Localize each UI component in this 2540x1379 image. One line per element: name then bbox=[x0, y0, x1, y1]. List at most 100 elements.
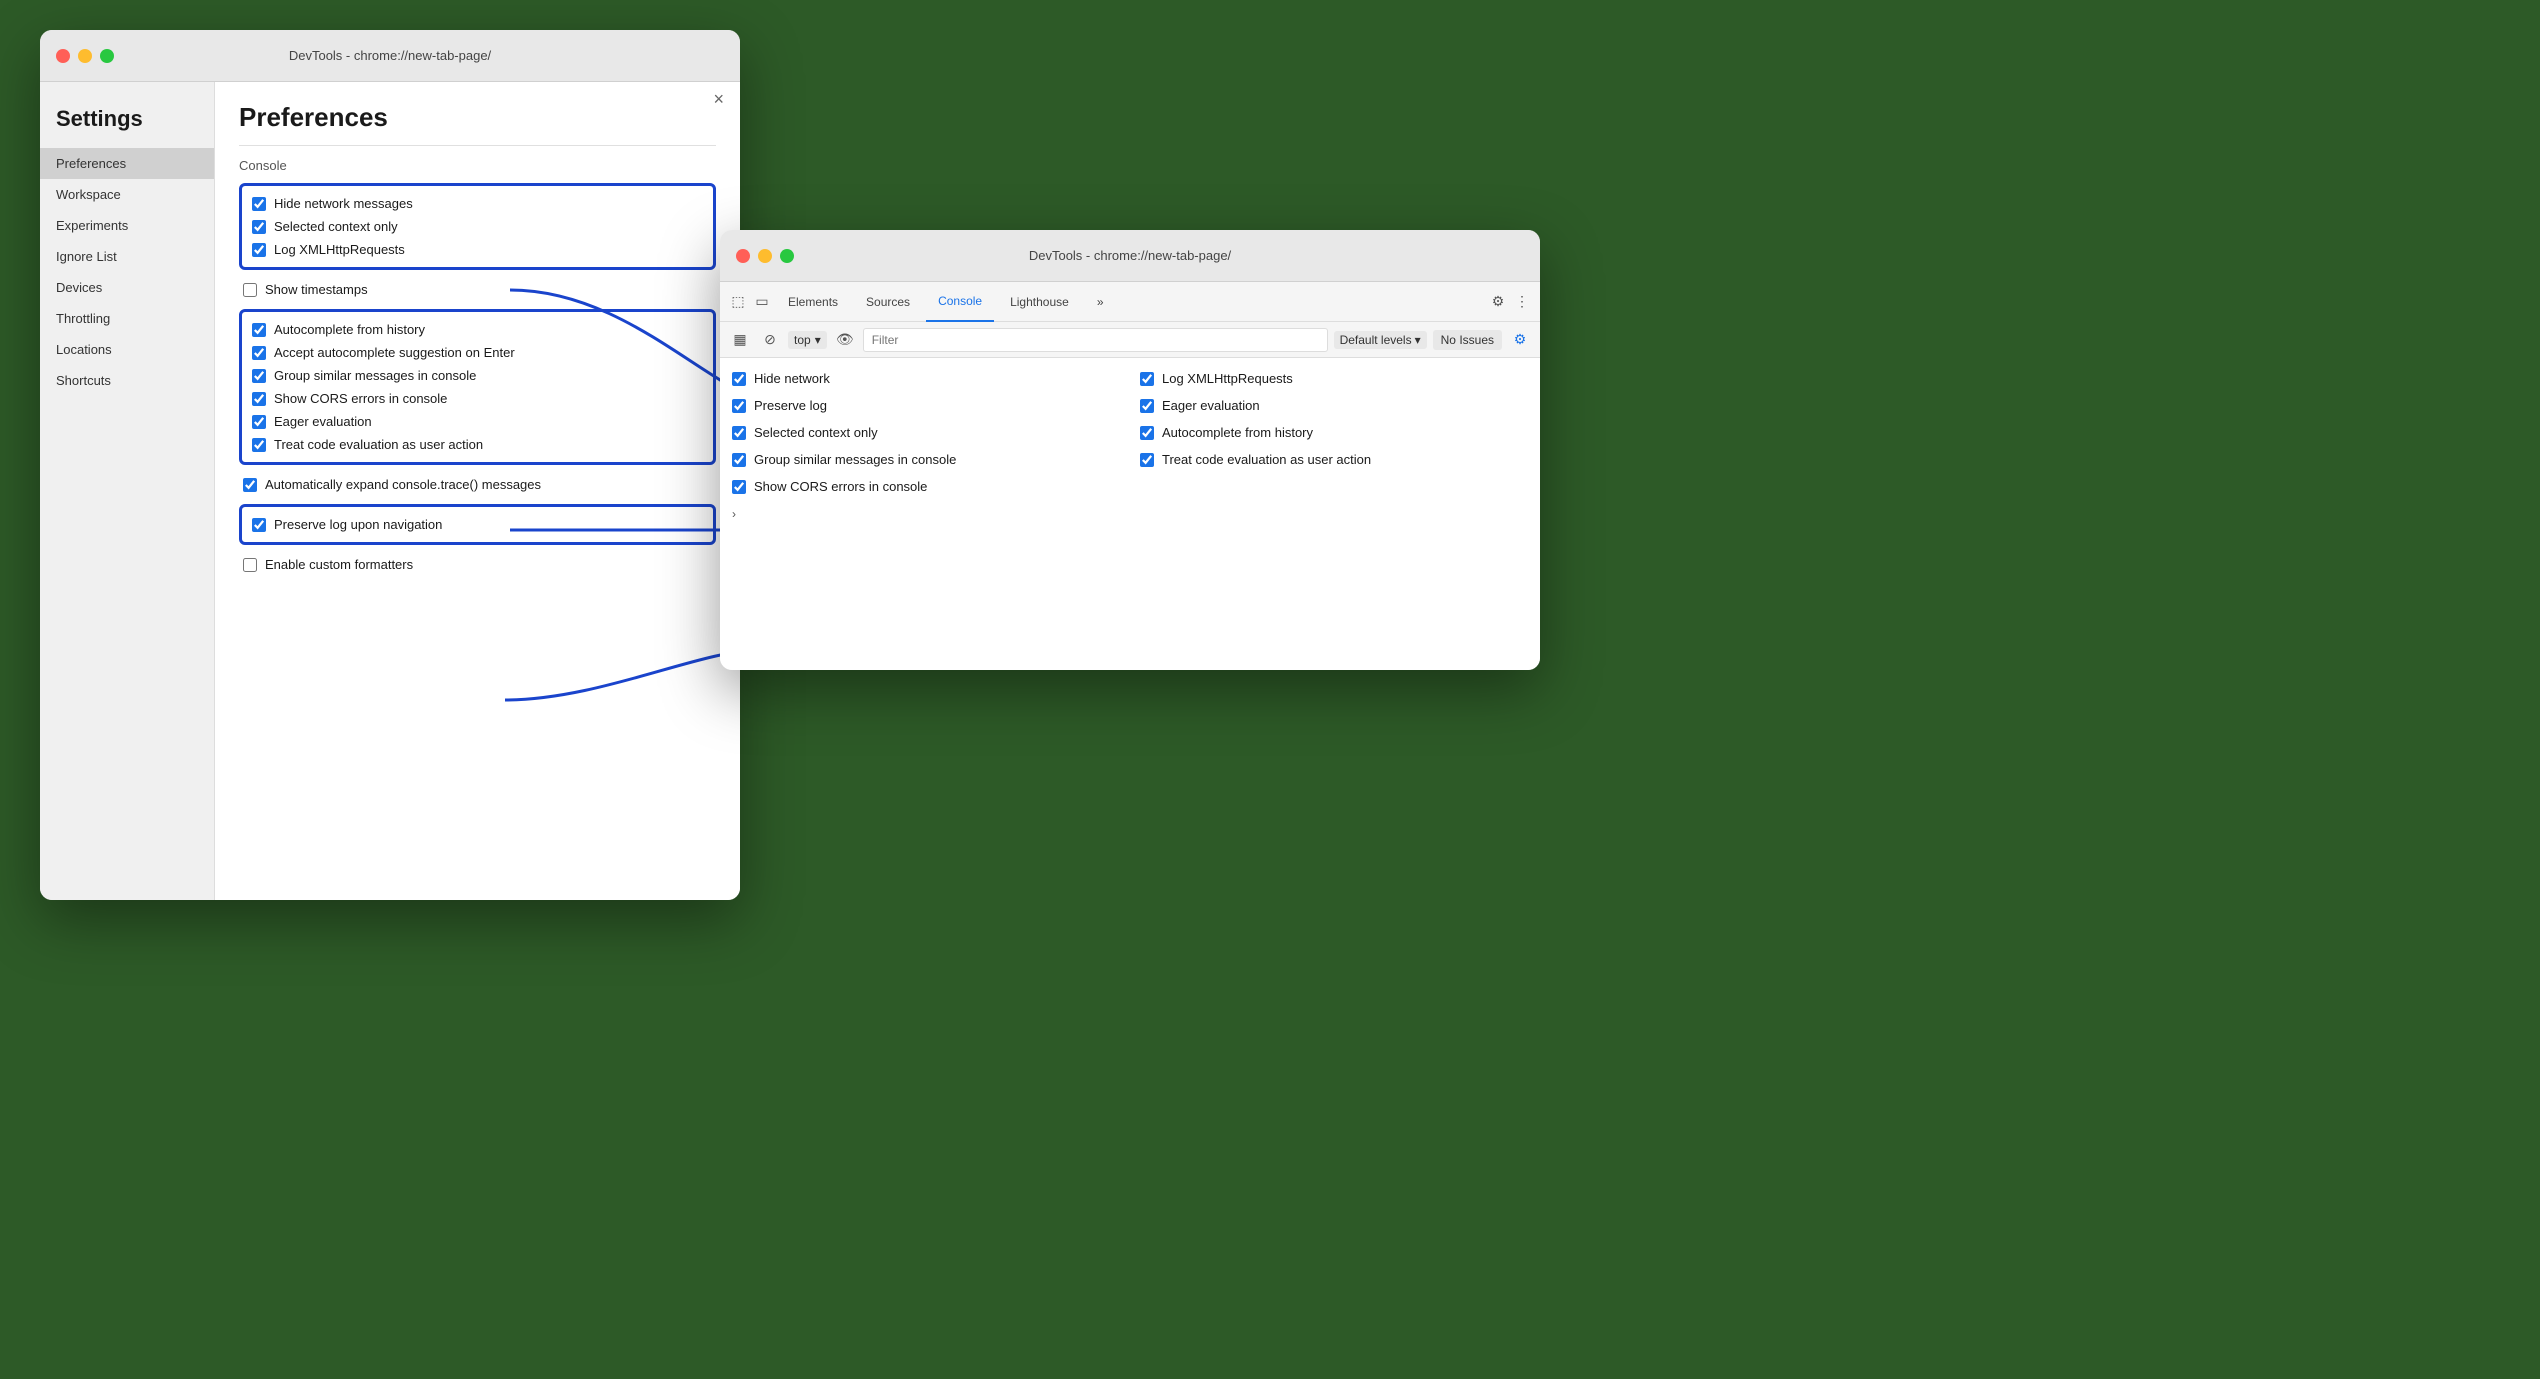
tab-console[interactable]: Console bbox=[926, 282, 994, 322]
console-label-group-similar: Group similar messages in console bbox=[754, 452, 956, 467]
traffic-lights-left bbox=[56, 49, 114, 63]
console-row-eager[interactable]: Eager evaluation bbox=[1140, 393, 1528, 418]
checkbox-cors-label: Show CORS errors in console bbox=[274, 391, 447, 406]
checkbox-hide-network-input[interactable] bbox=[252, 197, 266, 211]
eye-icon[interactable]: 👁 bbox=[833, 328, 857, 352]
console-section-label: Console bbox=[239, 158, 716, 173]
console-check-autocomplete[interactable] bbox=[1140, 426, 1154, 440]
checkbox-treat-code[interactable]: Treat code evaluation as user action bbox=[252, 433, 703, 456]
checkbox-custom-formatters[interactable]: Enable custom formatters bbox=[243, 553, 716, 576]
checkbox-eager[interactable]: Eager evaluation bbox=[252, 410, 703, 433]
checkbox-eager-input[interactable] bbox=[252, 415, 266, 429]
sidebar-item-preferences[interactable]: Preferences bbox=[40, 148, 214, 179]
checkbox-log-xml[interactable]: Log XMLHttpRequests bbox=[252, 238, 703, 261]
checkbox-log-xml-label: Log XMLHttpRequests bbox=[274, 242, 405, 257]
console-row-cors[interactable]: Show CORS errors in console bbox=[732, 474, 1120, 499]
checkbox-selected-context[interactable]: Selected context only bbox=[252, 215, 703, 238]
more-icon[interactable]: ⋮ bbox=[1512, 292, 1532, 312]
console-row-treat-code[interactable]: Treat code evaluation as user action bbox=[1140, 447, 1528, 472]
console-check-cors[interactable] bbox=[732, 480, 746, 494]
console-check-treat-code[interactable] bbox=[1140, 453, 1154, 467]
inspect-icon[interactable]: ⬚ bbox=[728, 292, 748, 312]
console-row-preserve-log[interactable]: Preserve log bbox=[732, 393, 1120, 418]
maximize-button-right[interactable] bbox=[780, 249, 794, 263]
checkbox-autocomplete-input[interactable] bbox=[252, 323, 266, 337]
console-check-log-xml[interactable] bbox=[1140, 372, 1154, 386]
tab-lighthouse[interactable]: Lighthouse bbox=[998, 282, 1081, 322]
tab-more[interactable]: » bbox=[1085, 282, 1116, 322]
checkbox-timestamps-input[interactable] bbox=[243, 283, 257, 297]
console-row-group-similar[interactable]: Group similar messages in console bbox=[732, 447, 1120, 472]
checkbox-auto-expand-input[interactable] bbox=[243, 478, 257, 492]
context-chevron-icon: ▾ bbox=[815, 333, 821, 347]
checkbox-custom-formatters-input[interactable] bbox=[243, 558, 257, 572]
checkbox-autocomplete[interactable]: Autocomplete from history bbox=[252, 318, 703, 341]
sidebar-item-experiments[interactable]: Experiments bbox=[40, 210, 214, 241]
console-check-eager[interactable] bbox=[1140, 399, 1154, 413]
prompt-chevron-icon[interactable]: › bbox=[732, 507, 736, 521]
settings-sidebar: Settings Preferences Workspace Experimen… bbox=[40, 82, 215, 900]
clear-icon[interactable]: ⊘ bbox=[758, 328, 782, 352]
console-settings-icon[interactable]: ⚙ bbox=[1508, 328, 1532, 352]
sidebar-item-throttling[interactable]: Throttling bbox=[40, 303, 214, 334]
checkbox-accept-autocomplete[interactable]: Accept autocomplete suggestion on Enter bbox=[252, 341, 703, 364]
sidebar-item-shortcuts[interactable]: Shortcuts bbox=[40, 365, 214, 396]
log-levels-label: Default levels bbox=[1340, 333, 1412, 347]
console-label-selected-context: Selected context only bbox=[754, 425, 878, 440]
checkbox-auto-expand-label: Automatically expand console.trace() mes… bbox=[265, 477, 541, 492]
checkbox-eager-label: Eager evaluation bbox=[274, 414, 372, 429]
titlebar-text-left: DevTools - chrome://new-tab-page/ bbox=[289, 48, 491, 63]
checkbox-cors[interactable]: Show CORS errors in console bbox=[252, 387, 703, 410]
console-row-hide-network[interactable]: Hide network bbox=[732, 366, 1120, 391]
device-icon[interactable]: ▭ bbox=[752, 292, 772, 312]
checkbox-preserve-log[interactable]: Preserve log upon navigation bbox=[252, 513, 703, 536]
sidebar-item-ignore-list[interactable]: Ignore List bbox=[40, 241, 214, 272]
tab-sources[interactable]: Sources bbox=[854, 282, 922, 322]
maximize-button-left[interactable] bbox=[100, 49, 114, 63]
checkbox-selected-context-input[interactable] bbox=[252, 220, 266, 234]
console-label-hide-network: Hide network bbox=[754, 371, 830, 386]
sidebar-item-locations[interactable]: Locations bbox=[40, 334, 214, 365]
checkbox-auto-expand[interactable]: Automatically expand console.trace() mes… bbox=[243, 473, 716, 496]
log-levels-selector[interactable]: Default levels ▾ bbox=[1334, 331, 1427, 349]
log-levels-chevron-icon: ▾ bbox=[1415, 333, 1421, 347]
console-check-preserve-log[interactable] bbox=[732, 399, 746, 413]
checkbox-preserve-log-input[interactable] bbox=[252, 518, 266, 532]
sidebar-toggle-icon[interactable]: ▦ bbox=[728, 328, 752, 352]
minimize-button-right[interactable] bbox=[758, 249, 772, 263]
settings-icon[interactable]: ⚙ bbox=[1488, 292, 1508, 312]
minimize-button-left[interactable] bbox=[78, 49, 92, 63]
checkbox-group-similar[interactable]: Group similar messages in console bbox=[252, 364, 703, 387]
checkbox-autocomplete-label: Autocomplete from history bbox=[274, 322, 425, 337]
sidebar-item-devices[interactable]: Devices bbox=[40, 272, 214, 303]
console-label-cors: Show CORS errors in console bbox=[754, 479, 927, 494]
checkbox-log-xml-input[interactable] bbox=[252, 243, 266, 257]
close-icon[interactable]: × bbox=[713, 90, 724, 108]
checkbox-treat-code-input[interactable] bbox=[252, 438, 266, 452]
checkbox-timestamps-label: Show timestamps bbox=[265, 282, 368, 297]
highlight-group-1: Hide network messages Selected context o… bbox=[239, 183, 716, 270]
checkbox-group-similar-label: Group similar messages in console bbox=[274, 368, 476, 383]
close-button-left[interactable] bbox=[56, 49, 70, 63]
close-button-right[interactable] bbox=[736, 249, 750, 263]
checkbox-group-similar-input[interactable] bbox=[252, 369, 266, 383]
filter-input[interactable] bbox=[863, 328, 1328, 352]
checkbox-timestamps[interactable]: Show timestamps bbox=[243, 278, 716, 301]
settings-window: DevTools - chrome://new-tab-page/ Settin… bbox=[40, 30, 740, 900]
checkbox-accept-autocomplete-input[interactable] bbox=[252, 346, 266, 360]
console-check-hide-network[interactable] bbox=[732, 372, 746, 386]
no-issues-button[interactable]: No Issues bbox=[1433, 330, 1502, 350]
titlebar-left: DevTools - chrome://new-tab-page/ bbox=[40, 30, 740, 82]
checkbox-cors-input[interactable] bbox=[252, 392, 266, 406]
console-row-selected-context[interactable]: Selected context only bbox=[732, 420, 1120, 445]
section-divider bbox=[239, 145, 716, 146]
checkbox-hide-network[interactable]: Hide network messages bbox=[252, 192, 703, 215]
sidebar-item-workspace[interactable]: Workspace bbox=[40, 179, 214, 210]
console-row-log-xml[interactable]: Log XMLHttpRequests bbox=[1140, 366, 1528, 391]
console-check-selected-context[interactable] bbox=[732, 426, 746, 440]
context-selector[interactable]: top ▾ bbox=[788, 331, 827, 349]
tab-elements[interactable]: Elements bbox=[776, 282, 850, 322]
titlebar-right: DevTools - chrome://new-tab-page/ bbox=[720, 230, 1540, 282]
console-check-group-similar[interactable] bbox=[732, 453, 746, 467]
console-row-autocomplete[interactable]: Autocomplete from history bbox=[1140, 420, 1528, 445]
